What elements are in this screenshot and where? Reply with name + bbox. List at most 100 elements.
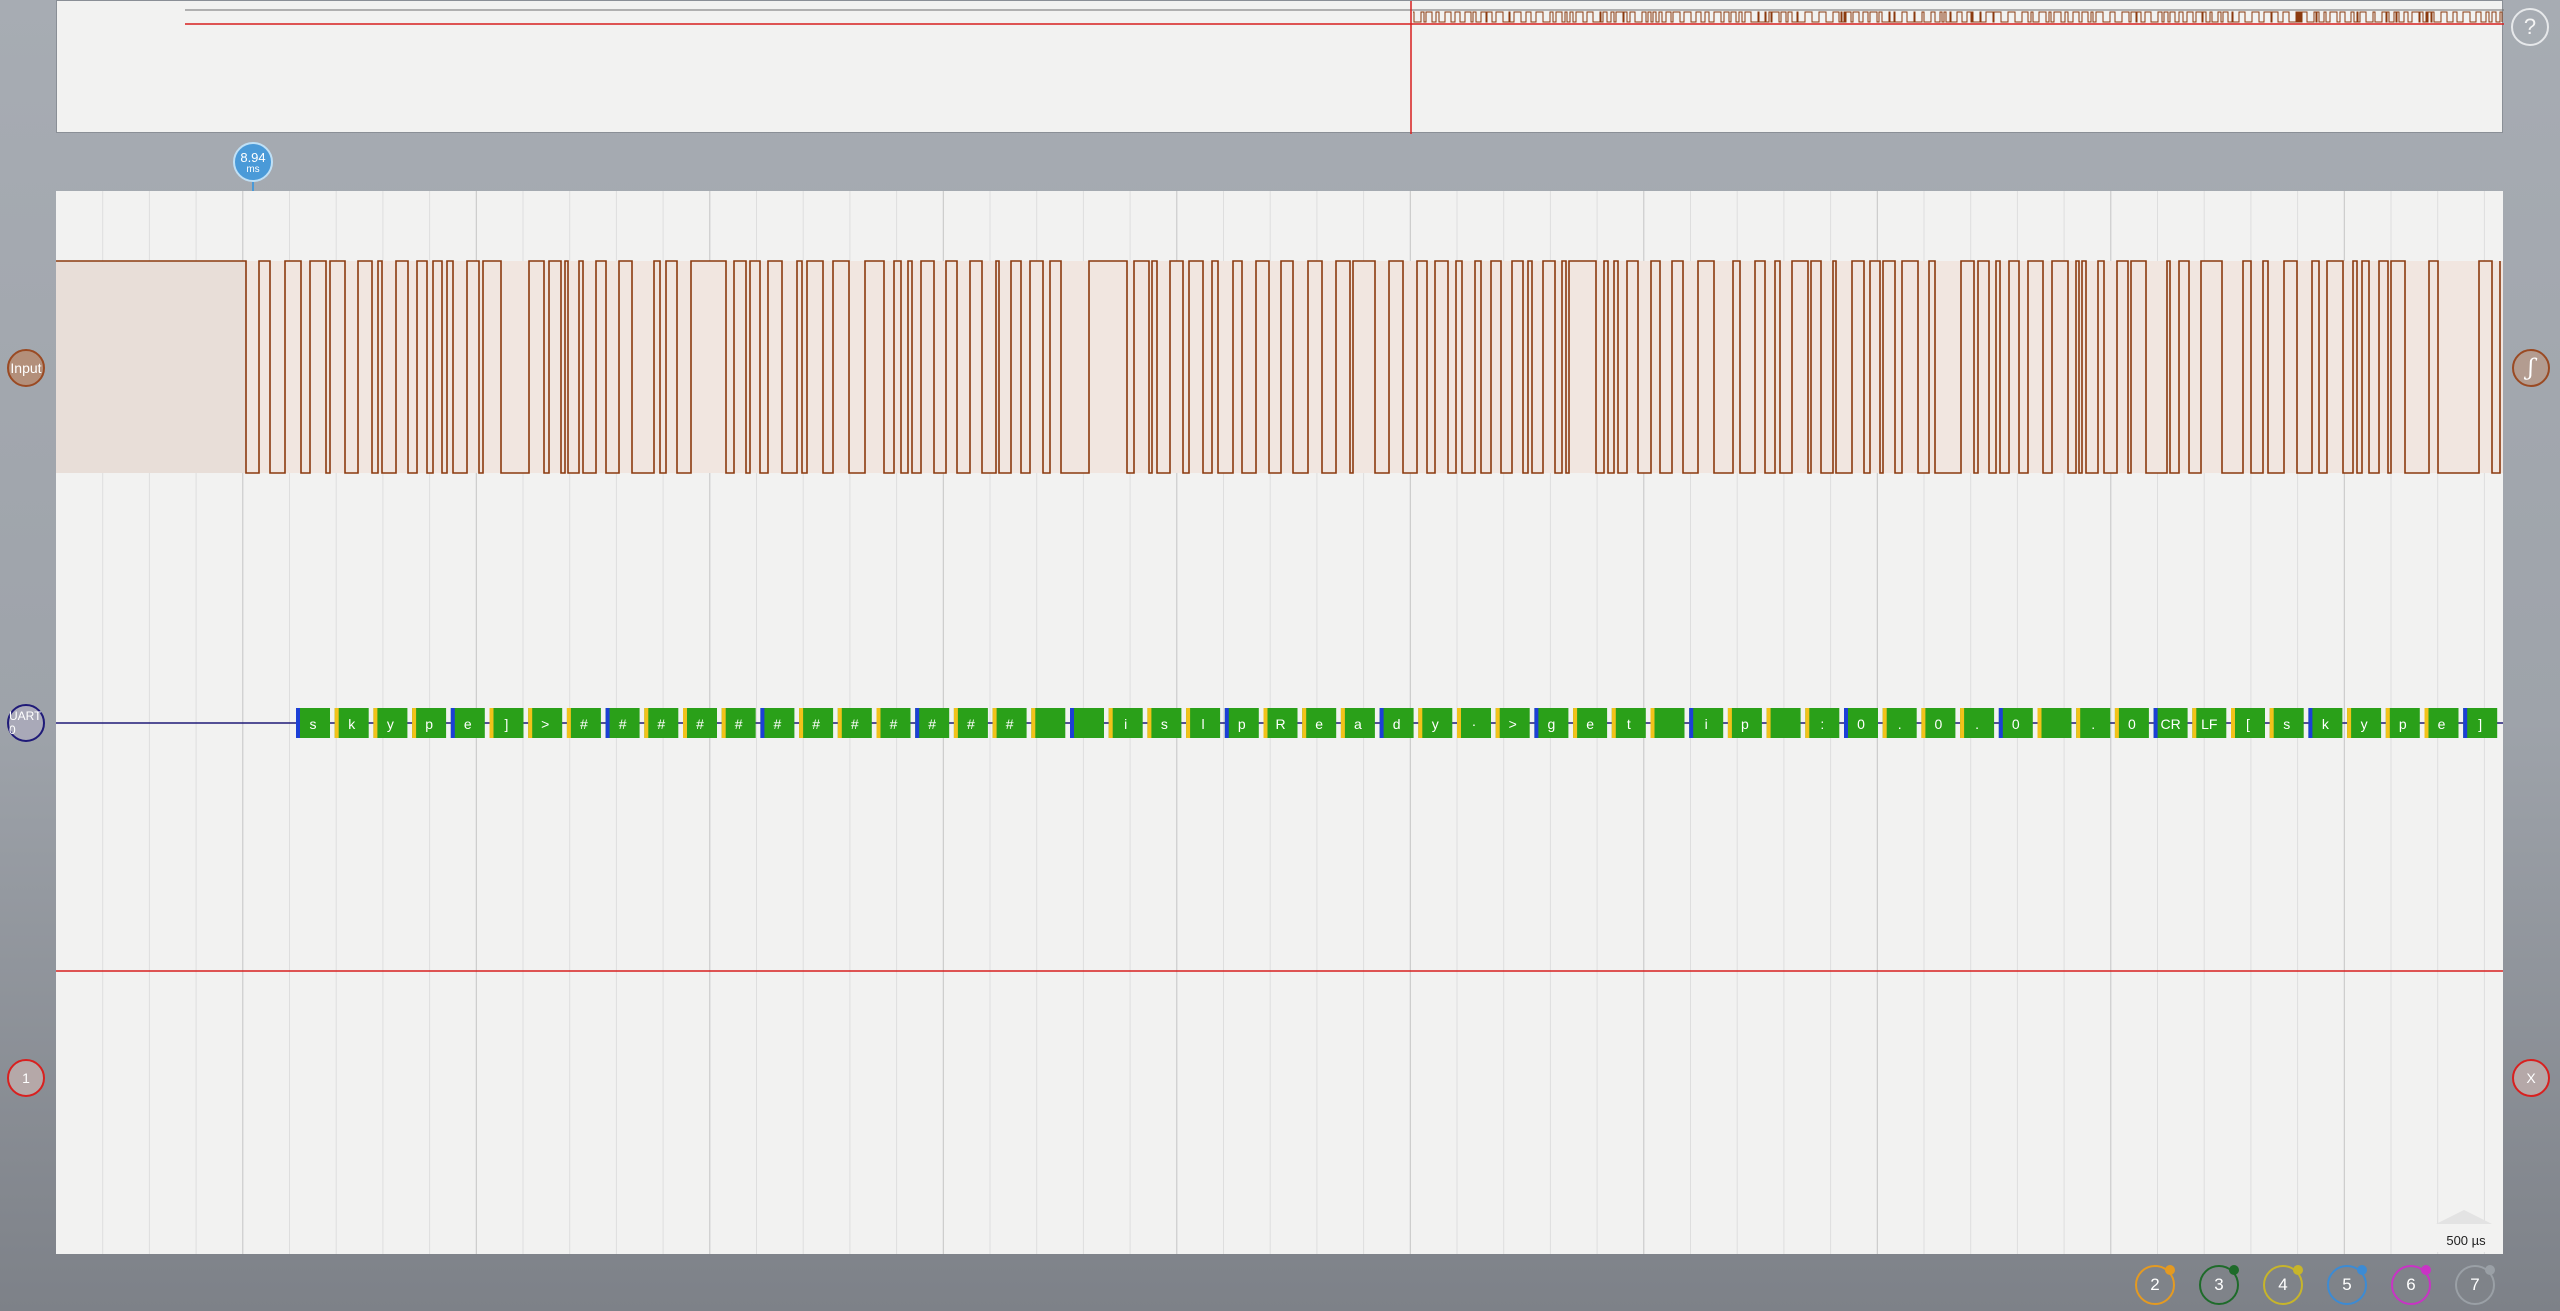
uart-decoded-char: . (2091, 716, 2095, 732)
channel-3-toggle[interactable]: 3 (2199, 1265, 2239, 1305)
uart-decoded-char: s (2283, 716, 2290, 732)
uart-frame[interactable]: # (760, 708, 795, 738)
help-button[interactable]: ? (2511, 8, 2549, 46)
time-cursor-marker[interactable]: 8.94 ms (233, 142, 273, 182)
uart-frame[interactable]: # (683, 708, 717, 738)
uart-frame[interactable]: > (528, 708, 563, 738)
uart-frame-box (1766, 708, 1801, 738)
uart-start-bit (1727, 708, 1732, 738)
uart-decoded-char: # (928, 716, 936, 732)
uart-frame[interactable]: LF (2192, 708, 2227, 738)
uart-decoded-char: ] (505, 716, 509, 732)
uart-start-bit (799, 708, 804, 738)
uart-frame[interactable]: e (1302, 708, 1337, 738)
overview-panel[interactable] (56, 0, 2504, 134)
uart-frame[interactable]: CR (2153, 708, 2188, 738)
uart-frame[interactable]: 0 (2114, 708, 2149, 738)
uart-frame[interactable]: p (2385, 708, 2420, 738)
channel-color-dot-icon (2421, 1265, 2431, 1275)
uart-frame[interactable]: s (2269, 708, 2304, 738)
uart-start-bit (644, 708, 649, 738)
uart-start-bit (1805, 708, 1810, 738)
uart-decoded-char: i (1705, 716, 1708, 732)
uart-frame[interactable]: p (412, 708, 447, 738)
uart-frame[interactable]: # (799, 708, 834, 738)
uart-frame[interactable]: p (1727, 708, 1762, 738)
channel-7-toggle[interactable]: 7 (2455, 1265, 2495, 1305)
uart-frame[interactable]: . (1960, 708, 1995, 738)
uart-frame[interactable]: e (2424, 708, 2459, 738)
uart-start-bit (721, 708, 726, 738)
uart-frame[interactable]: # (644, 708, 679, 738)
uart-frame[interactable]: # (837, 708, 872, 738)
uart-frame[interactable]: # (721, 708, 756, 738)
uart-decoded-char: 0 (1935, 716, 1943, 732)
uart-frame[interactable]: # (915, 708, 950, 738)
uart-frame[interactable]: k (334, 708, 369, 738)
uart-frame[interactable]: # (992, 708, 1027, 738)
uart-frame[interactable]: . (1882, 708, 1917, 738)
channel-input-badge[interactable]: Input (7, 349, 45, 387)
channel-5-toggle[interactable]: 5 (2327, 1265, 2367, 1305)
uart-frame[interactable] (1070, 708, 1104, 738)
uart-frame[interactable]: e (450, 708, 485, 738)
uart-frame[interactable]: # (566, 708, 601, 738)
channel-x-badge[interactable]: X (2512, 1059, 2550, 1097)
uart-frame[interactable]: · (1457, 708, 1491, 738)
uart-frame[interactable]: > (1495, 708, 1530, 738)
main-plot-area[interactable]: s k y p e] > # # # # # # # # # # # # i s l p Re a d y · > g e t i p: 0. 0.… (56, 191, 2503, 1254)
uart-decoded-char: · (1472, 716, 1477, 732)
channel-1-badge[interactable]: 1 (7, 1059, 45, 1097)
uart-frame[interactable]: i (1108, 708, 1143, 738)
uart-decoded-char: : (1820, 716, 1824, 732)
pretrigger-shade (56, 261, 246, 473)
uart-frame[interactable]: 0 (1998, 708, 2033, 738)
channel-uart-badge[interactable]: UART 0 (7, 704, 45, 742)
uart-frame[interactable]: y (1418, 708, 1453, 738)
uart-decoded-char: # (580, 716, 588, 732)
uart-frame[interactable]: k (2308, 708, 2343, 738)
uart-frame[interactable]: R (1263, 708, 1298, 738)
uart-frame[interactable]: 0 (1844, 708, 1878, 738)
uart-start-bit (1340, 708, 1345, 738)
uart-frame[interactable]: [ (2231, 708, 2265, 738)
uart-frame[interactable]: s (296, 708, 330, 738)
uart-decoded-char: y (2361, 716, 2368, 732)
uart-frame[interactable]: # (953, 708, 988, 738)
uart-start-bit (1998, 708, 2003, 738)
timescale-handle-icon[interactable] (2436, 1210, 2492, 1224)
uart-frame[interactable]: : (1805, 708, 1840, 738)
uart-frame[interactable] (1766, 708, 1801, 738)
channel-4-toggle[interactable]: 4 (2263, 1265, 2303, 1305)
uart-start-bit (605, 708, 610, 738)
uart-frame[interactable]: i (1689, 708, 1724, 738)
uart-start-bit (1573, 708, 1578, 738)
uart-frame[interactable]: a (1340, 708, 1375, 738)
uart-frame[interactable]: y (373, 708, 408, 738)
uart-frame[interactable]: ] (489, 708, 524, 738)
uart-frame[interactable]: 0 (1921, 708, 1956, 738)
channel-2-toggle[interactable]: 2 (2135, 1265, 2175, 1305)
uart-frame[interactable]: y (2347, 708, 2382, 738)
uart-frame[interactable]: p (1224, 708, 1259, 738)
uart-frame[interactable] (2037, 708, 2072, 738)
uart-start-bit (1766, 708, 1771, 738)
uart-start-bit (2347, 708, 2352, 738)
uart-frame[interactable]: s (1147, 708, 1182, 738)
uart-frame[interactable]: # (605, 708, 640, 738)
channel-color-dot-icon (2165, 1265, 2175, 1275)
uart-frame[interactable]: d (1379, 708, 1414, 738)
trigger-edge-icon[interactable]: ʃ (2512, 349, 2550, 387)
uart-frame[interactable]: t (1611, 708, 1646, 738)
uart-frame[interactable]: # (876, 708, 911, 738)
uart-decoded-char: # (1006, 716, 1014, 732)
uart-frame[interactable] (1650, 708, 1685, 738)
cursor-value: 8.94 (240, 150, 266, 165)
uart-frame[interactable]: g (1534, 708, 1569, 738)
uart-frame[interactable] (1031, 708, 1066, 738)
uart-frame[interactable]: . (2076, 708, 2111, 738)
uart-frame[interactable]: e (1573, 708, 1608, 738)
channel-6-toggle[interactable]: 6 (2391, 1265, 2431, 1305)
uart-frame[interactable]: l (1186, 708, 1221, 738)
uart-frame[interactable]: ] (2463, 708, 2498, 738)
